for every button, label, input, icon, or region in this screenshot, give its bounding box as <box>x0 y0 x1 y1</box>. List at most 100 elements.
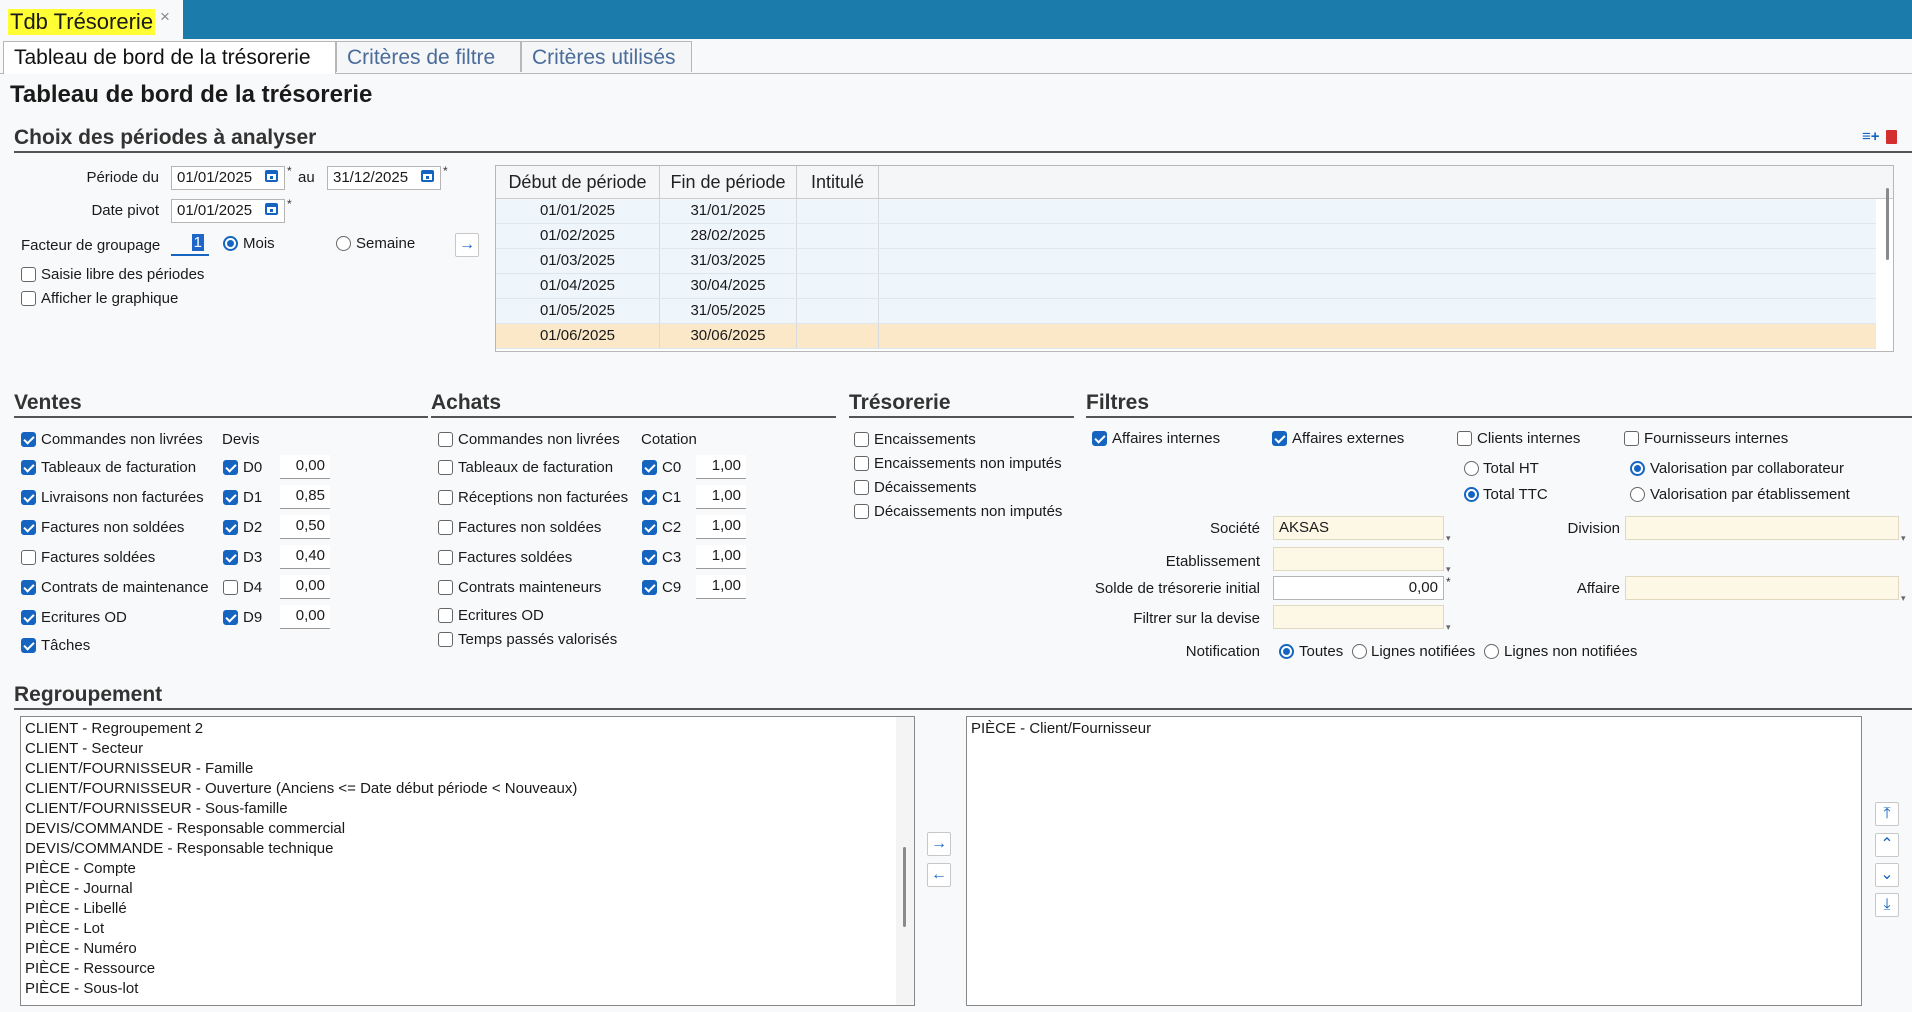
list-item[interactable]: PIÈCE - Sous-lot <box>25 979 138 999</box>
cotation-checkbox[interactable] <box>642 490 657 505</box>
grid-cell[interactable]: 31/01/2025 <box>660 199 797 223</box>
grid-cell[interactable]: 30/06/2025 <box>660 324 797 348</box>
affaires-externes-checkbox[interactable] <box>1272 431 1287 446</box>
col-intitule[interactable]: Intitulé <box>797 166 879 198</box>
grid-cell[interactable]: 31/03/2025 <box>660 249 797 273</box>
grid-cell[interactable] <box>797 324 879 348</box>
periode-du-value[interactable]: 01/01/2025 <box>177 169 252 186</box>
achats-checkbox[interactable] <box>438 632 453 647</box>
division-field[interactable] <box>1625 516 1899 540</box>
tresorerie-checkbox[interactable] <box>854 432 869 447</box>
devis-value[interactable]: 0,00 <box>280 575 330 599</box>
list-item[interactable]: PIÈCE - Ressource <box>25 959 155 979</box>
col-debut[interactable]: Début de période <box>496 166 660 198</box>
grid-cell[interactable]: 30/04/2025 <box>660 274 797 298</box>
calendar-icon[interactable] <box>265 170 278 182</box>
list-item[interactable]: PIÈCE - Lot <box>25 919 104 939</box>
grid-cell[interactable] <box>797 274 879 298</box>
period-grid[interactable]: Début de période Fin de période Intitulé… <box>495 165 1894 352</box>
afficher-graphique-checkbox[interactable] <box>21 291 36 306</box>
grid-cell[interactable] <box>797 224 879 248</box>
list-item[interactable]: CLIENT/FOURNISSEUR - Ouverture (Anciens … <box>25 779 577 799</box>
list-scrollbar[interactable] <box>903 847 906 927</box>
move-top-icon[interactable]: ⤒ <box>1875 802 1899 826</box>
list-item[interactable]: PIÈCE - Journal <box>25 879 133 899</box>
move-up-icon[interactable]: ⌃ <box>1875 833 1899 857</box>
list-item[interactable]: PIÈCE - Numéro <box>25 939 137 959</box>
list-item[interactable]: CLIENT - Regroupement 2 <box>25 719 203 739</box>
saisie-libre-checkbox[interactable] <box>21 267 36 282</box>
list-item[interactable]: CLIENT/FOURNISSEUR - Famille <box>25 759 253 779</box>
arrow-right-icon[interactable]: → <box>927 832 951 856</box>
achats-checkbox[interactable] <box>438 608 453 623</box>
tresorerie-checkbox[interactable] <box>854 456 869 471</box>
grid-cell[interactable]: 01/01/2025 <box>496 199 660 223</box>
arrow-right-icon[interactable]: → <box>455 233 479 257</box>
grid-scrollbar[interactable] <box>1886 188 1889 260</box>
tab-tableau-de-bord[interactable]: Tableau de bord de la trésorerie <box>3 41 336 74</box>
document-tab[interactable]: Tdb Trésorerie × <box>0 0 183 39</box>
grid-cell[interactable]: 01/05/2025 <box>496 299 660 323</box>
achats-checkbox[interactable] <box>438 520 453 535</box>
list-item[interactable]: CLIENT/FOURNISSEUR - Sous-famille <box>25 799 288 819</box>
devis-value[interactable]: 0,00 <box>280 605 330 629</box>
valo-etab-radio[interactable] <box>1630 487 1645 502</box>
grid-cell[interactable]: 28/02/2025 <box>660 224 797 248</box>
toutes-radio[interactable] <box>1279 644 1294 659</box>
devis-checkbox[interactable] <box>223 610 238 625</box>
etablissement-field[interactable] <box>1273 547 1444 571</box>
list-item[interactable]: PIÈCE - Libellé <box>25 899 127 919</box>
col-fin[interactable]: Fin de période <box>660 166 797 198</box>
cotation-value[interactable]: 1,00 <box>696 485 746 509</box>
date-pivot-field[interactable]: 01/01/2025 <box>171 199 285 223</box>
grid-row[interactable]: 01/03/2025 31/03/2025 <box>496 249 1876 274</box>
facteur-field[interactable]: 1 <box>171 232 209 256</box>
devis-checkbox[interactable] <box>223 580 238 595</box>
dropdown-icon[interactable]: ▾ <box>1446 533 1451 544</box>
dropdown-icon[interactable]: ▾ <box>1901 593 1906 604</box>
fournisseurs-internes-checkbox[interactable] <box>1624 431 1639 446</box>
facteur-value[interactable]: 1 <box>191 234 204 251</box>
affaires-internes-checkbox[interactable] <box>1092 431 1107 446</box>
cotation-checkbox[interactable] <box>642 520 657 535</box>
lignes-notifiees-radio[interactable] <box>1352 644 1367 659</box>
mois-radio[interactable] <box>223 236 238 251</box>
ventes-checkbox[interactable] <box>21 432 36 447</box>
grid-cell[interactable]: 31/05/2025 <box>660 299 797 323</box>
selected-groupings-list[interactable]: PIÈCE - Client/Fournisseur <box>966 716 1862 1006</box>
move-bottom-icon[interactable]: ⤓ <box>1875 893 1899 917</box>
clients-internes-checkbox[interactable] <box>1457 431 1472 446</box>
achats-checkbox[interactable] <box>438 490 453 505</box>
au-field[interactable]: 31/12/2025 <box>327 166 441 190</box>
grid-cell[interactable]: 01/04/2025 <box>496 274 660 298</box>
devis-value[interactable]: 0,50 <box>280 515 330 539</box>
document-tab-title[interactable]: Tdb Trésorerie <box>8 9 156 35</box>
grid-row[interactable]: 01/06/2025 30/06/2025 <box>496 324 1876 349</box>
cotation-checkbox[interactable] <box>642 550 657 565</box>
grid-row[interactable]: 01/01/2025 31/01/2025 <box>496 199 1876 224</box>
list-item[interactable]: PIÈCE - Compte <box>25 859 136 879</box>
ventes-checkbox[interactable] <box>21 580 36 595</box>
devis-checkbox[interactable] <box>223 460 238 475</box>
achats-checkbox[interactable] <box>438 460 453 475</box>
solde-field[interactable]: 0,00 <box>1273 576 1444 600</box>
cotation-checkbox[interactable] <box>642 580 657 595</box>
grid-cell[interactable]: 01/03/2025 <box>496 249 660 273</box>
achats-checkbox[interactable] <box>438 580 453 595</box>
devis-checkbox[interactable] <box>223 550 238 565</box>
total-ttc-radio[interactable] <box>1464 487 1479 502</box>
calendar-icon[interactable] <box>421 170 434 182</box>
cotation-value[interactable]: 1,00 <box>696 455 746 479</box>
close-icon[interactable]: × <box>160 7 170 27</box>
grid-cell[interactable]: 01/06/2025 <box>496 324 660 348</box>
calendar-icon[interactable] <box>265 203 278 215</box>
tab-criteres-filtre[interactable]: Critères de filtre <box>336 41 521 72</box>
ventes-checkbox[interactable] <box>21 490 36 505</box>
devise-field[interactable] <box>1273 605 1444 629</box>
tresorerie-checkbox[interactable] <box>854 480 869 495</box>
available-groupings-list[interactable]: CLIENT - Regroupement 2 CLIENT - Secteur C… <box>20 716 915 1006</box>
grid-row[interactable]: 01/04/2025 30/04/2025 <box>496 274 1876 299</box>
ventes-checkbox[interactable] <box>21 460 36 475</box>
total-ht-radio[interactable] <box>1464 461 1479 476</box>
ventes-checkbox[interactable] <box>21 610 36 625</box>
